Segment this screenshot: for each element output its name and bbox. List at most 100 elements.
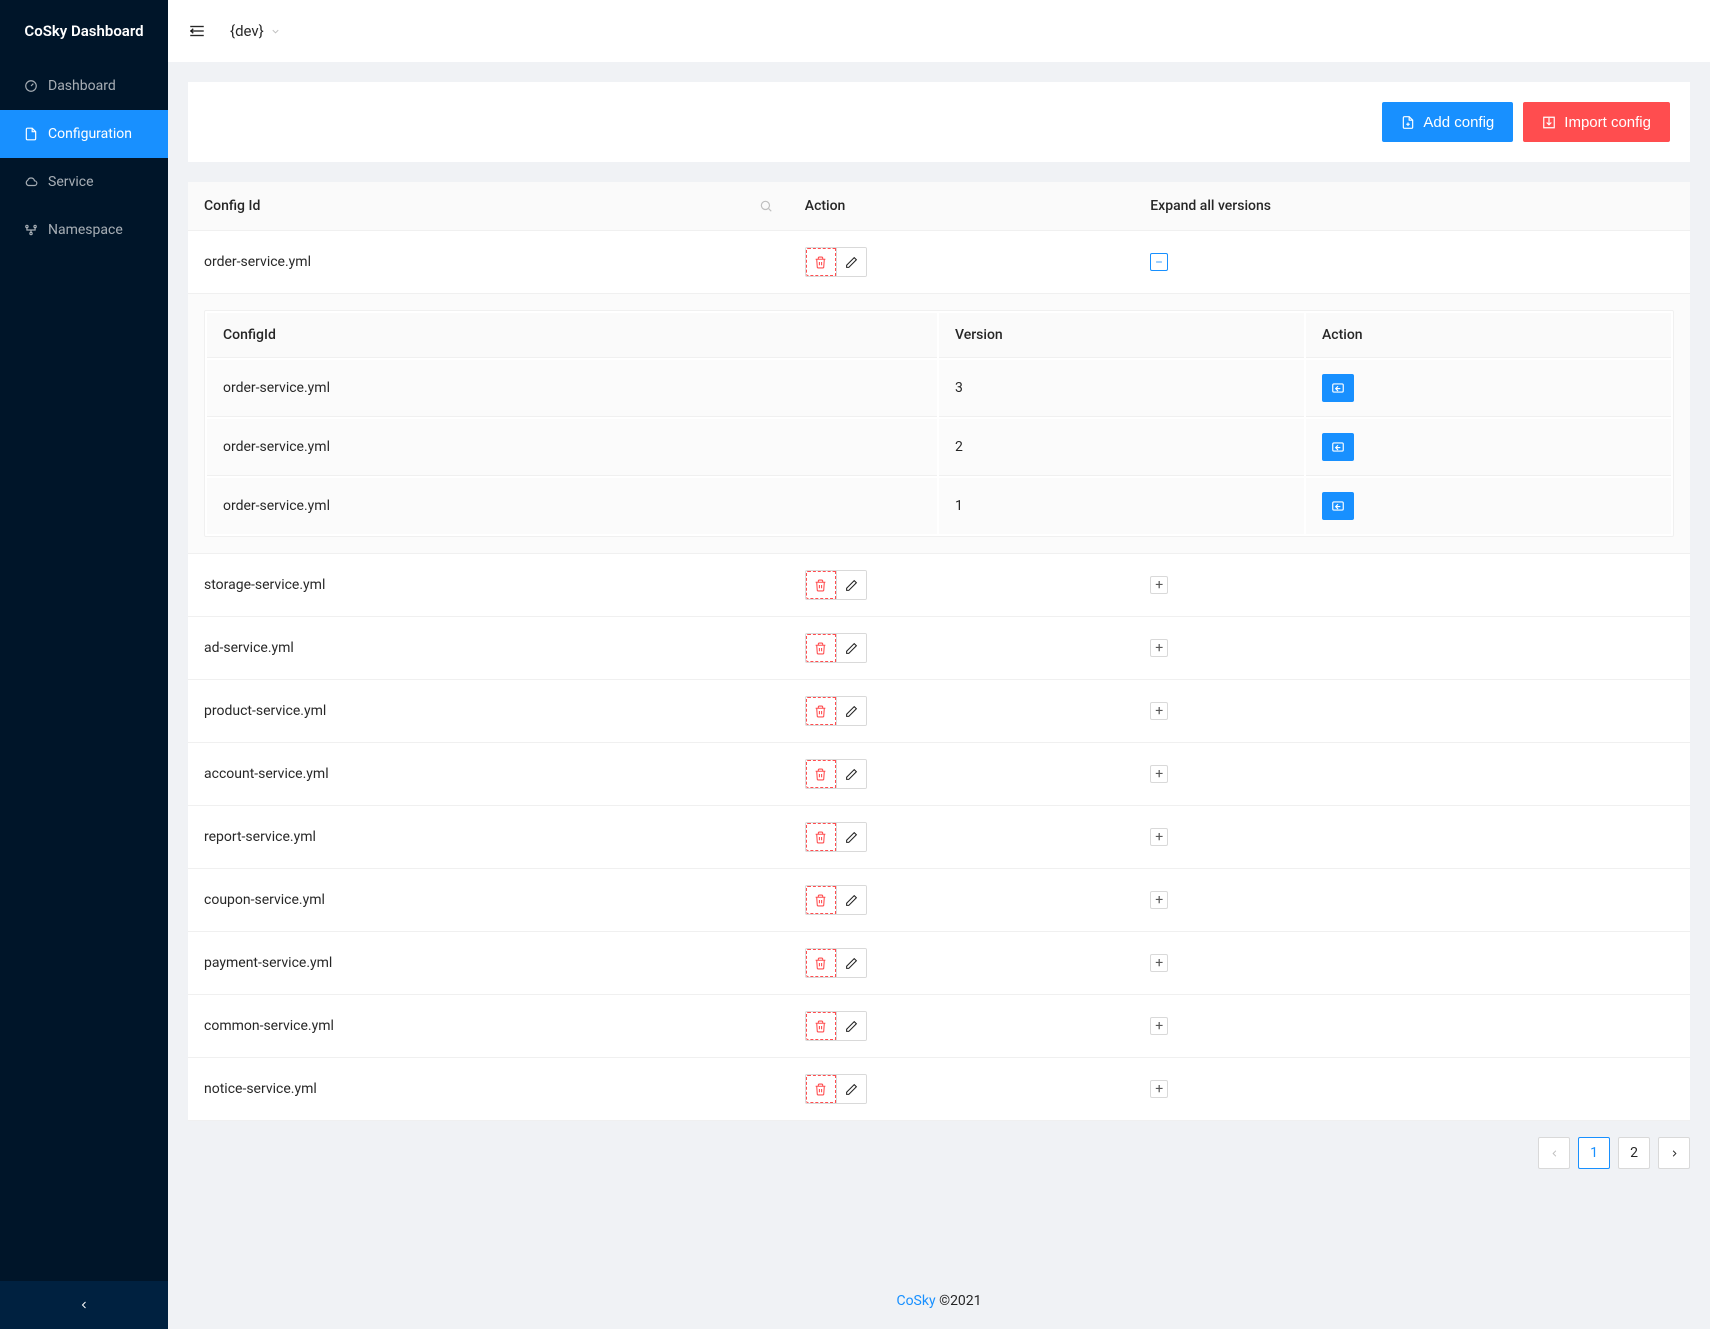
edit-button[interactable] [836, 823, 866, 851]
cell-expand: + [1134, 806, 1690, 869]
delete-button[interactable] [806, 634, 836, 662]
sidebar-item-dashboard[interactable]: Dashboard [0, 62, 168, 110]
inner-column-config-id: ConfigId [207, 313, 937, 358]
chevron-left-icon [78, 1299, 90, 1311]
footer: CoSky ©2021 [168, 1273, 1710, 1329]
row-actions [805, 885, 867, 915]
toolbar: Add config Import config [188, 82, 1690, 162]
version-cell-version: 2 [939, 419, 1304, 476]
cell-config-id: storage-service.yml [188, 554, 789, 617]
expand-toggle[interactable]: + [1150, 954, 1168, 972]
add-config-label: Add config [1423, 114, 1494, 131]
delete-button[interactable] [806, 1075, 836, 1103]
header: {dev} [168, 0, 1710, 62]
expand-toggle[interactable]: + [1150, 765, 1168, 783]
row-actions [805, 948, 867, 978]
cell-config-id: ad-service.yml [188, 617, 789, 680]
cell-action [789, 1058, 1134, 1121]
sidebar: CoSky Dashboard Dashboard Configuration Se… [0, 0, 168, 1329]
cell-action [789, 231, 1134, 294]
search-icon[interactable] [759, 199, 773, 213]
table-row: payment-service.yml + [188, 932, 1690, 995]
add-config-button[interactable]: Add config [1382, 102, 1513, 142]
version-cell-version: 1 [939, 478, 1304, 534]
pagination-next[interactable] [1658, 1137, 1690, 1169]
edit-button[interactable] [836, 1012, 866, 1040]
edit-button[interactable] [836, 886, 866, 914]
cell-expand: + [1134, 932, 1690, 995]
cell-expand [1134, 231, 1690, 294]
cell-action [789, 617, 1134, 680]
cell-config-id: payment-service.yml [188, 932, 789, 995]
expand-toggle[interactable]: + [1150, 639, 1168, 657]
sidebar-item-namespace[interactable]: Namespace [0, 206, 168, 254]
column-expand: Expand all versions [1134, 182, 1690, 231]
pagination-page[interactable]: 2 [1618, 1137, 1650, 1169]
menu-fold-icon[interactable] [188, 22, 206, 40]
version-cell-version: 3 [939, 360, 1304, 417]
delete-button[interactable] [806, 697, 836, 725]
cell-expand: + [1134, 680, 1690, 743]
pagination-prev[interactable] [1538, 1137, 1570, 1169]
inner-column-action: Action [1306, 313, 1671, 358]
expand-toggle[interactable] [1150, 253, 1168, 271]
delete-button[interactable] [806, 949, 836, 977]
namespace-select[interactable]: {dev} [230, 22, 281, 40]
import-config-button[interactable]: Import config [1523, 102, 1670, 142]
delete-button[interactable] [806, 248, 836, 276]
cell-action [789, 932, 1134, 995]
cell-expand: + [1134, 743, 1690, 806]
column-action: Action [789, 182, 1134, 231]
cell-expand: + [1134, 554, 1690, 617]
table-row: ad-service.yml + [188, 617, 1690, 680]
edit-button[interactable] [836, 634, 866, 662]
row-actions [805, 759, 867, 789]
nodes-icon [24, 223, 38, 237]
footer-link[interactable]: CoSky [896, 1293, 935, 1309]
rollback-button[interactable] [1322, 492, 1354, 520]
version-row: order-service.yml3 [207, 360, 1671, 417]
expanded-row: ConfigIdVersionActionorder-service.yml3o… [188, 294, 1690, 554]
row-actions [805, 1011, 867, 1041]
delete-button[interactable] [806, 886, 836, 914]
expand-toggle[interactable]: + [1150, 891, 1168, 909]
expand-toggle[interactable]: + [1150, 828, 1168, 846]
version-row: order-service.yml1 [207, 478, 1671, 534]
expand-toggle[interactable]: + [1150, 1017, 1168, 1035]
delete-button[interactable] [806, 823, 836, 851]
app-title: CoSky Dashboard [0, 0, 168, 62]
cell-expand: + [1134, 1058, 1690, 1121]
edit-button[interactable] [836, 1075, 866, 1103]
table-row: report-service.yml + [188, 806, 1690, 869]
rollback-button[interactable] [1322, 433, 1354, 461]
column-config-id: Config Id [204, 198, 260, 214]
cell-config-id: report-service.yml [188, 806, 789, 869]
edit-button[interactable] [836, 248, 866, 276]
cell-action [789, 806, 1134, 869]
version-cell-action [1306, 360, 1671, 417]
edit-button[interactable] [836, 571, 866, 599]
sidebar-collapse-trigger[interactable] [0, 1281, 168, 1329]
pagination-page[interactable]: 1 [1578, 1137, 1610, 1169]
row-actions [805, 633, 867, 663]
sidebar-item-label: Namespace [48, 222, 123, 238]
expand-toggle[interactable]: + [1150, 1080, 1168, 1098]
delete-button[interactable] [806, 571, 836, 599]
sidebar-item-configuration[interactable]: Configuration [0, 110, 168, 158]
row-actions [805, 247, 867, 277]
table-row: storage-service.yml + [188, 554, 1690, 617]
expand-toggle[interactable]: + [1150, 702, 1168, 720]
version-cell-config-id: order-service.yml [207, 478, 937, 534]
version-cell-config-id: order-service.yml [207, 360, 937, 417]
edit-button[interactable] [836, 697, 866, 725]
delete-button[interactable] [806, 1012, 836, 1040]
expand-toggle[interactable]: + [1150, 576, 1168, 594]
sidebar-item-service[interactable]: Service [0, 158, 168, 206]
pagination: 12 [188, 1121, 1690, 1169]
delete-button[interactable] [806, 760, 836, 788]
edit-button[interactable] [836, 949, 866, 977]
edit-button[interactable] [836, 760, 866, 788]
sidebar-item-label: Configuration [48, 126, 132, 142]
rollback-button[interactable] [1322, 374, 1354, 402]
row-actions [805, 696, 867, 726]
